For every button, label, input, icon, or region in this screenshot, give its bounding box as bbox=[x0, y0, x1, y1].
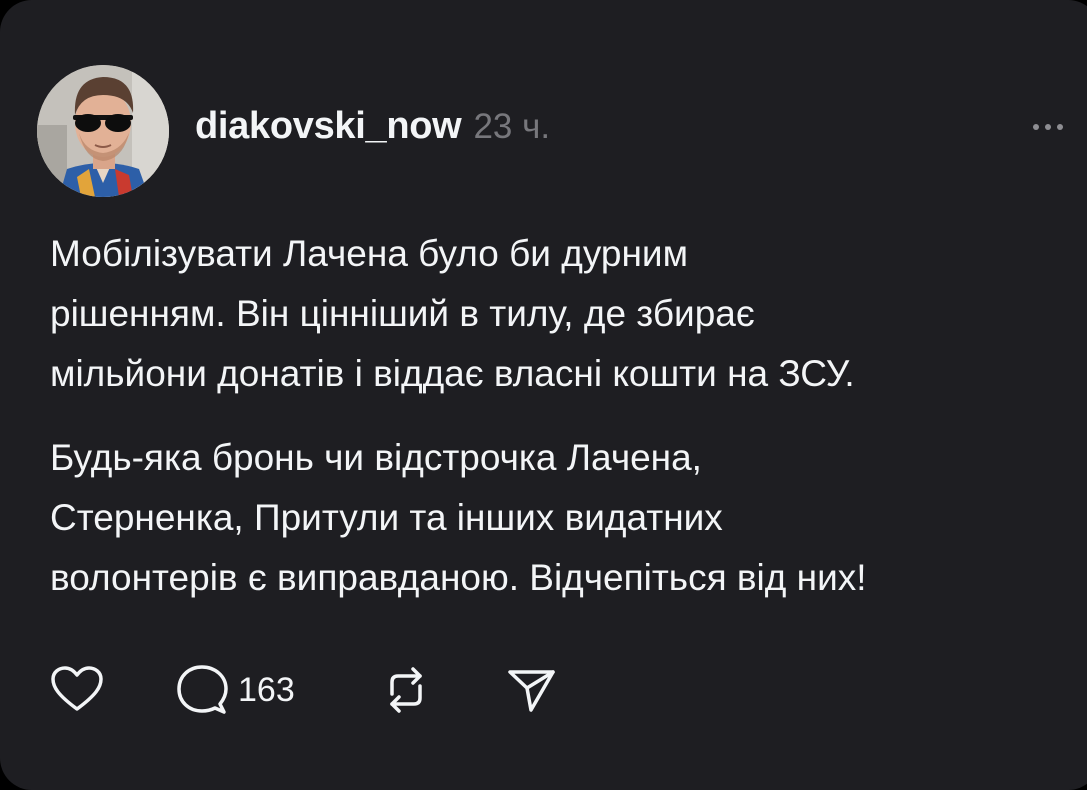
reply-count: 163 bbox=[238, 670, 295, 709]
heart-icon bbox=[50, 665, 104, 715]
repost-icon bbox=[380, 664, 432, 716]
post-paragraph: Мобілізувати Лачена було би дурним рішен… bbox=[50, 233, 855, 394]
repost-button[interactable] bbox=[380, 660, 432, 720]
post-time: 23 ч. bbox=[473, 107, 551, 146]
post-paragraph: Будь-яка бронь чи відстрочка Лачена, Сте… bbox=[50, 437, 867, 598]
send-icon bbox=[505, 664, 557, 716]
post-card: diakovski_now 23 ч. Мобілізувати Лачена … bbox=[0, 0, 1087, 790]
post-header: diakovski_now 23 ч. bbox=[195, 105, 550, 155]
comment-bubble-icon bbox=[176, 664, 228, 716]
reply-button[interactable]: 163 bbox=[176, 660, 295, 720]
like-button[interactable] bbox=[50, 660, 104, 720]
post-body: Мобілізувати Лачена було би дурним рішен… bbox=[50, 224, 1080, 608]
username-link[interactable]: diakovski_now bbox=[195, 105, 462, 148]
more-icon[interactable] bbox=[1028, 112, 1068, 142]
avatar[interactable] bbox=[37, 65, 169, 197]
share-button[interactable] bbox=[505, 660, 557, 720]
